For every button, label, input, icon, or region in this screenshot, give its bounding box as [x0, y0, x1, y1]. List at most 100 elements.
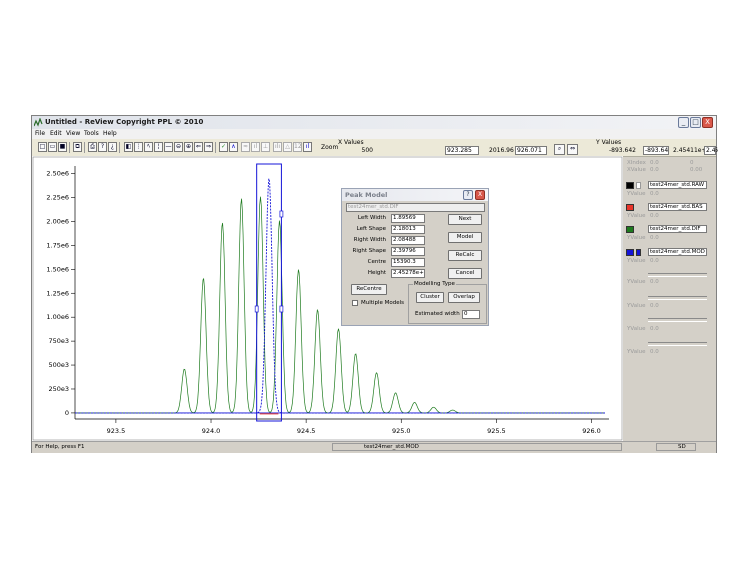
height-input[interactable]: 2.45278e+: [391, 269, 425, 278]
left-width-label: Left Width: [357, 215, 386, 221]
series-toggle-raw[interactable]: [636, 182, 641, 189]
y-min-label: -893.642: [609, 147, 636, 154]
sequence-icon[interactable]: 12: [293, 142, 302, 152]
series-name-bas[interactable]: test24mer_std.BAS: [648, 203, 707, 211]
print-icon[interactable]: ⎙: [88, 142, 97, 152]
series-panel: XIndex 0.0 0 XValue 0.0 0.00 test24mer_s…: [623, 158, 716, 441]
y-values-label: Y Values: [596, 139, 622, 146]
menu-edit[interactable]: Edit: [50, 130, 62, 137]
series-toggle-mod[interactable]: [636, 249, 641, 256]
title-bar[interactable]: Untitled - ReView Copyright PPL © 2010 _…: [32, 116, 716, 130]
right-width-label: Right Width: [353, 237, 386, 243]
next-button[interactable]: Next: [448, 214, 482, 225]
y-tick-label: 1.50e6: [46, 265, 69, 273]
arrow-left-icon[interactable]: ⇐: [194, 142, 203, 152]
toolbar-separator: [69, 142, 70, 153]
split-view-icon[interactable]: ◧: [124, 142, 133, 152]
series-color-raw[interactable]: [626, 182, 634, 189]
about-icon[interactable]: ?: [98, 142, 107, 152]
yvalue-value: 0.0: [650, 191, 659, 197]
bar-peaks-icon[interactable]: ıl: [251, 142, 260, 152]
y-tick-label: 250e3: [48, 385, 69, 393]
cluster-button[interactable]: Cluster: [416, 292, 444, 303]
dialog-close-button[interactable]: X: [475, 190, 485, 200]
toolbar-separator: [84, 142, 85, 153]
arrow-right-icon[interactable]: ⇒: [204, 142, 213, 152]
yvalue-value: 0.0: [650, 258, 659, 264]
circle-target-icon[interactable]: ⊖: [174, 142, 183, 152]
peak-model-icon[interactable]: ∧: [229, 142, 238, 152]
yvalue-value: 0.0: [650, 279, 659, 285]
model-button[interactable]: Model: [448, 232, 482, 243]
centre-input[interactable]: 15390.3: [391, 258, 425, 267]
series-name-raw[interactable]: test24mer_std.RAW: [648, 181, 707, 189]
x-tick-label: 925.5: [487, 427, 506, 435]
peak-markers-icon[interactable]: ﾍ: [144, 142, 153, 152]
copy-icon[interactable]: ⧉: [73, 142, 82, 152]
status-help-text: For Help, press F1: [35, 444, 85, 450]
x-min-input[interactable]: 923.285: [445, 146, 479, 155]
plot-frame: [32, 156, 623, 441]
context-help-icon[interactable]: ¿: [108, 142, 117, 152]
dialog-title-bar[interactable]: Peak Model ? X: [342, 189, 488, 201]
estimated-width-input[interactable]: 0: [462, 310, 480, 319]
menu-file[interactable]: File: [35, 130, 45, 137]
spectrum-plot[interactable]: 2.50e6 2.25e6 2.00e6 1.75e6 1.50e6 1.25e6 1.00…: [32, 156, 623, 441]
x-tick-label: 923.5: [107, 427, 126, 435]
menu-tools[interactable]: Tools: [84, 130, 99, 137]
vertical-target-icon[interactable]: ⊕: [184, 142, 193, 152]
yvalue-label: YValue: [627, 326, 646, 332]
save-icon[interactable]: ■: [58, 142, 67, 152]
empty-series-slot: [648, 318, 707, 322]
maximize-button[interactable]: □: [690, 117, 701, 128]
right-width-input[interactable]: 2.08488: [391, 236, 425, 245]
menu-help[interactable]: Help: [103, 130, 117, 137]
y-tick-label: 2.25e6: [46, 194, 69, 202]
vertical-lines-icon[interactable]: ⋮: [134, 142, 143, 152]
recentre-button[interactable]: ReCentre: [351, 284, 387, 295]
horizontal-line-icon[interactable]: —: [164, 142, 173, 152]
triangle-icon[interactable]: △: [283, 142, 292, 152]
x-max-label: 2016.96: [489, 147, 514, 154]
new-file-icon[interactable]: □: [38, 142, 47, 152]
y-tick-label: 0: [65, 409, 69, 417]
series-color-mod[interactable]: [626, 249, 634, 256]
fit-icon[interactable]: ≈: [241, 142, 250, 152]
xindex-value: 0.0: [650, 160, 659, 166]
right-shape-input[interactable]: 2.39796: [391, 247, 425, 256]
series-color-bas[interactable]: [626, 204, 634, 211]
overlap-button[interactable]: Overlap: [448, 292, 480, 303]
zoom-search-icon[interactable]: ⌕: [554, 144, 565, 155]
minimize-button[interactable]: _: [678, 117, 689, 128]
baseline-icon[interactable]: ⊥: [261, 142, 270, 152]
selection-handle: [279, 210, 284, 218]
open-folder-icon[interactable]: ▭: [48, 142, 57, 152]
zoom-fit-icon[interactable]: ⇔: [567, 144, 578, 155]
y-tick-label: 750e3: [48, 337, 69, 345]
left-width-input[interactable]: 1.89569: [391, 214, 425, 223]
series-name-dif[interactable]: test24mer_std.DIF: [648, 225, 707, 233]
peak-model-dialog: Peak Model ? X test24mer_std.DIF Left Wi…: [341, 188, 489, 326]
cancel-button[interactable]: Cancel: [448, 268, 482, 279]
checkmark-icon[interactable]: ✓: [219, 142, 228, 152]
x-tick-label: 925.0: [392, 427, 411, 435]
yvalue-value: 0.0: [650, 213, 659, 219]
y-tick-label: 500e3: [48, 361, 69, 369]
menu-bar: File Edit View Tools Help: [32, 129, 716, 139]
status-mode-pane: [656, 443, 696, 451]
yvalue-label: YValue: [627, 235, 646, 241]
spectrum-icon[interactable]: ıl: [303, 142, 312, 152]
series-color-dif[interactable]: [626, 226, 634, 233]
histogram-icon[interactable]: ılı: [273, 142, 282, 152]
cursor-line-icon[interactable]: ¦: [154, 142, 163, 152]
recalc-button[interactable]: ReCalc: [448, 250, 482, 261]
x-max-input[interactable]: 926.071: [515, 146, 547, 155]
y-min-input[interactable]: -893.642: [643, 146, 669, 155]
multiple-models-checkbox[interactable]: [352, 300, 358, 306]
dialog-help-button[interactable]: ?: [463, 190, 473, 200]
close-button[interactable]: X: [702, 117, 713, 128]
series-name-mod[interactable]: test24mer_std.MOD: [648, 248, 707, 256]
y-max-input[interactable]: 2.45: [704, 146, 716, 155]
left-shape-input[interactable]: 2.18013: [391, 225, 425, 234]
menu-view[interactable]: View: [66, 130, 80, 137]
